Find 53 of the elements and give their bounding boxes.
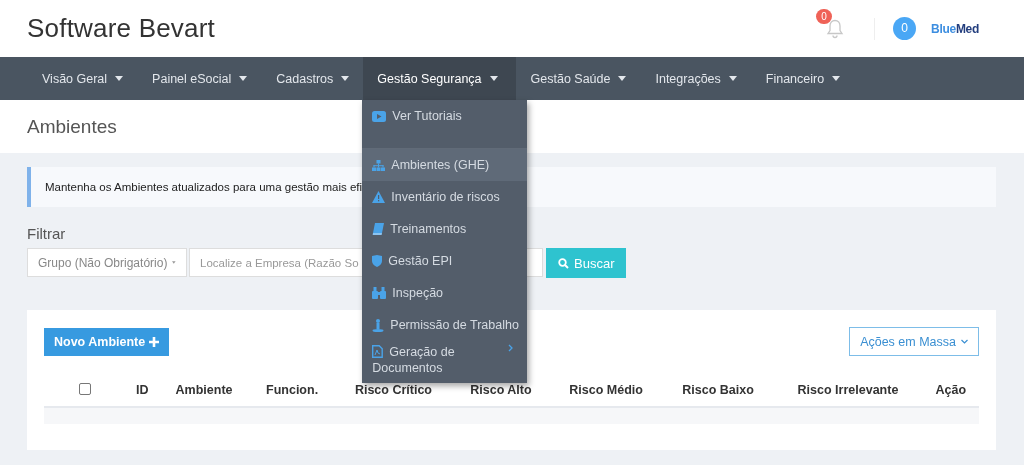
new-ambiente-button[interactable]: Novo Ambiente [44, 327, 170, 356]
sitemap-icon [372, 159, 386, 171]
menu-item[interactable]: Permissão de Trabalho [362, 309, 528, 341]
column-header: Funcion. [266, 383, 319, 397]
logo: BlueMed [931, 21, 979, 36]
caret-icon [728, 76, 737, 81]
column-header: Ação [935, 383, 967, 397]
filter-label: Filtrar [27, 225, 66, 242]
column-header: Ambiente [175, 383, 233, 397]
column-header: Risco Irrelevante [797, 383, 899, 397]
select-all-checkbox[interactable] [79, 382, 91, 395]
caret-icon [832, 76, 841, 81]
group-select[interactable]: Grupo (Não Obrigatório) [27, 248, 187, 277]
menu-item[interactable]: Inspeção [362, 277, 528, 309]
column-header: Risco Crítico [354, 383, 432, 397]
caret-icon [239, 76, 248, 81]
person-pin-icon [372, 318, 385, 332]
plus-icon [149, 336, 160, 347]
menu-item[interactable]: Treinamentos [362, 213, 528, 245]
nav-item[interactable]: Integrações [640, 57, 751, 100]
caret-icon [489, 76, 498, 81]
nav-item[interactable]: Gestão Segurança [363, 57, 516, 100]
column-header: Risco Médio [569, 383, 643, 397]
column-header: Risco Alto [470, 383, 532, 397]
menu-item[interactable]: Inventário de riscos [362, 181, 528, 213]
menu-item[interactable]: Gestão EPI [362, 245, 528, 277]
binoculars-icon [372, 287, 387, 299]
book-icon [372, 223, 385, 235]
nav-item[interactable]: Financeiro [750, 57, 855, 100]
notification-badge: 0 [816, 8, 833, 24]
bulk-actions-button[interactable]: Ações em Massa [849, 327, 979, 356]
shield-icon [372, 255, 383, 267]
nav-item[interactable]: Cadastros [261, 57, 364, 100]
nav-item[interactable]: Gestão Saúde [515, 57, 641, 100]
caret-icon [172, 260, 176, 265]
caret-icon [618, 76, 627, 81]
bell-icon[interactable] [826, 18, 845, 39]
column-header: Risco Baixo [682, 383, 754, 397]
caret-icon [341, 76, 350, 81]
message-count-badge[interactable]: 0 [893, 17, 917, 40]
nav-item[interactable]: Visão Geral [27, 57, 138, 100]
chevron-down-icon [961, 339, 968, 344]
search-icon [558, 257, 569, 269]
play-icon [372, 110, 387, 122]
caret-icon [115, 76, 124, 81]
menu-item[interactable]: Ver Tutoriais [362, 100, 528, 132]
menu-item[interactable]: Ambientes (GHE) [362, 149, 528, 181]
pdf-file-icon [372, 345, 384, 358]
menu-item[interactable]: Geração de Documentos [362, 341, 528, 383]
app-title: Software Bevart [27, 13, 215, 44]
column-header: ID [135, 383, 149, 397]
warning-icon [372, 191, 386, 203]
nav-item[interactable]: Painel eSocial [137, 57, 262, 100]
